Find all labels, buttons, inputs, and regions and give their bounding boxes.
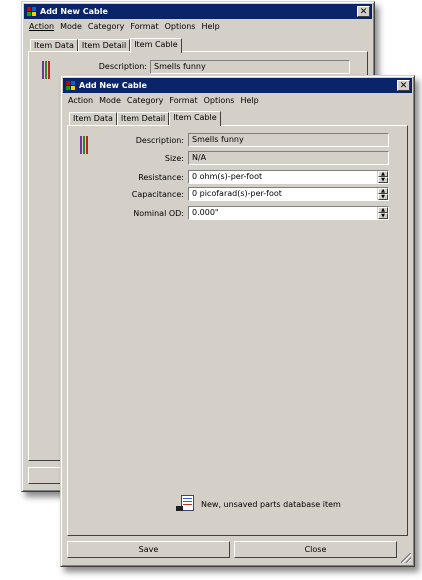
capacitance-value: 0 picofarad(s)-per-foot: [192, 189, 282, 198]
resistance-spinner[interactable]: ▲ ▼: [377, 171, 388, 183]
back-description-field: Smells funny: [150, 60, 350, 74]
front-window-title: Add New Cable: [79, 81, 147, 90]
nominal-od-input[interactable]: 0.000" ▲ ▼: [188, 206, 389, 220]
front-titlebar: Add New Cable ✕: [63, 78, 412, 93]
menu-mode[interactable]: Mode: [96, 94, 124, 108]
front-window: Add New Cable ✕ Action Mode Category Format…: [60, 75, 415, 567]
spin-down-icon[interactable]: ▼: [378, 194, 388, 200]
tab-item-cable[interactable]: Item Cable: [169, 111, 221, 126]
resize-grip-icon[interactable]: [401, 553, 411, 563]
back-menu-format[interactable]: Format: [127, 20, 161, 34]
close-icon[interactable]: ✕: [397, 80, 410, 91]
menu-options[interactable]: Options: [201, 94, 238, 108]
capacitance-spinner[interactable]: ▲ ▼: [377, 188, 388, 200]
cable-icon: [80, 134, 90, 154]
resistance-value: 0 ohm(s)-per-foot: [192, 172, 263, 181]
back-tab-item-cable[interactable]: Item Cable: [130, 38, 182, 53]
spin-down-icon[interactable]: ▼: [378, 213, 388, 219]
description-label: Description:: [135, 136, 184, 145]
size-field: N/A: [188, 151, 389, 165]
back-menubar: Action Mode Category Format Options Help: [26, 20, 223, 34]
back-description-label: Description:: [98, 62, 147, 71]
menu-action[interactable]: Action: [65, 94, 96, 108]
back-tabs: Item Data Item Detail Item Cable: [30, 37, 182, 53]
save-button[interactable]: Save: [67, 541, 230, 558]
back-menu-category[interactable]: Category: [85, 20, 128, 34]
description-field: Smells funny: [188, 133, 389, 147]
tab-item-detail[interactable]: Item Detail: [116, 112, 170, 125]
nominal-od-label: Nominal OD:: [133, 209, 184, 218]
back-menu-action[interactable]: Action: [26, 20, 57, 34]
menu-category[interactable]: Category: [124, 94, 167, 108]
back-cable-icon: [42, 59, 52, 79]
app-icon: [27, 7, 36, 16]
database-item-icon: [176, 495, 194, 515]
back-menu-options[interactable]: Options: [162, 20, 199, 34]
nominal-od-spinner[interactable]: ▲ ▼: [377, 207, 388, 219]
back-close-icon[interactable]: ✕: [357, 6, 370, 17]
capacitance-label: Capacitance:: [131, 190, 184, 199]
nominal-od-value: 0.000": [192, 208, 219, 217]
back-window-title: Add New Cable: [40, 7, 108, 16]
back-menu-mode[interactable]: Mode: [57, 20, 85, 34]
front-tab-panel: Description: Smells funny Size: N/A Resi…: [67, 125, 408, 536]
spin-down-icon[interactable]: ▼: [378, 177, 388, 183]
capacitance-input[interactable]: 0 picofarad(s)-per-foot ▲ ▼: [188, 187, 389, 201]
menu-format[interactable]: Format: [166, 94, 200, 108]
size-label: Size:: [164, 154, 184, 163]
resistance-input[interactable]: 0 ohm(s)-per-foot ▲ ▼: [188, 170, 389, 184]
status-text: New, unsaved parts database item: [201, 500, 341, 509]
app-icon: [66, 81, 75, 90]
close-button[interactable]: Close: [234, 541, 397, 558]
front-menubar: Action Mode Category Format Options Help: [65, 94, 262, 108]
front-tabs: Item Data Item Detail Item Cable: [69, 110, 221, 126]
back-menu-help[interactable]: Help: [198, 20, 222, 34]
tab-item-data[interactable]: Item Data: [69, 112, 117, 125]
menu-help[interactable]: Help: [237, 94, 261, 108]
back-titlebar: Add New Cable ✕: [24, 4, 372, 19]
resistance-label: Resistance:: [138, 173, 184, 182]
